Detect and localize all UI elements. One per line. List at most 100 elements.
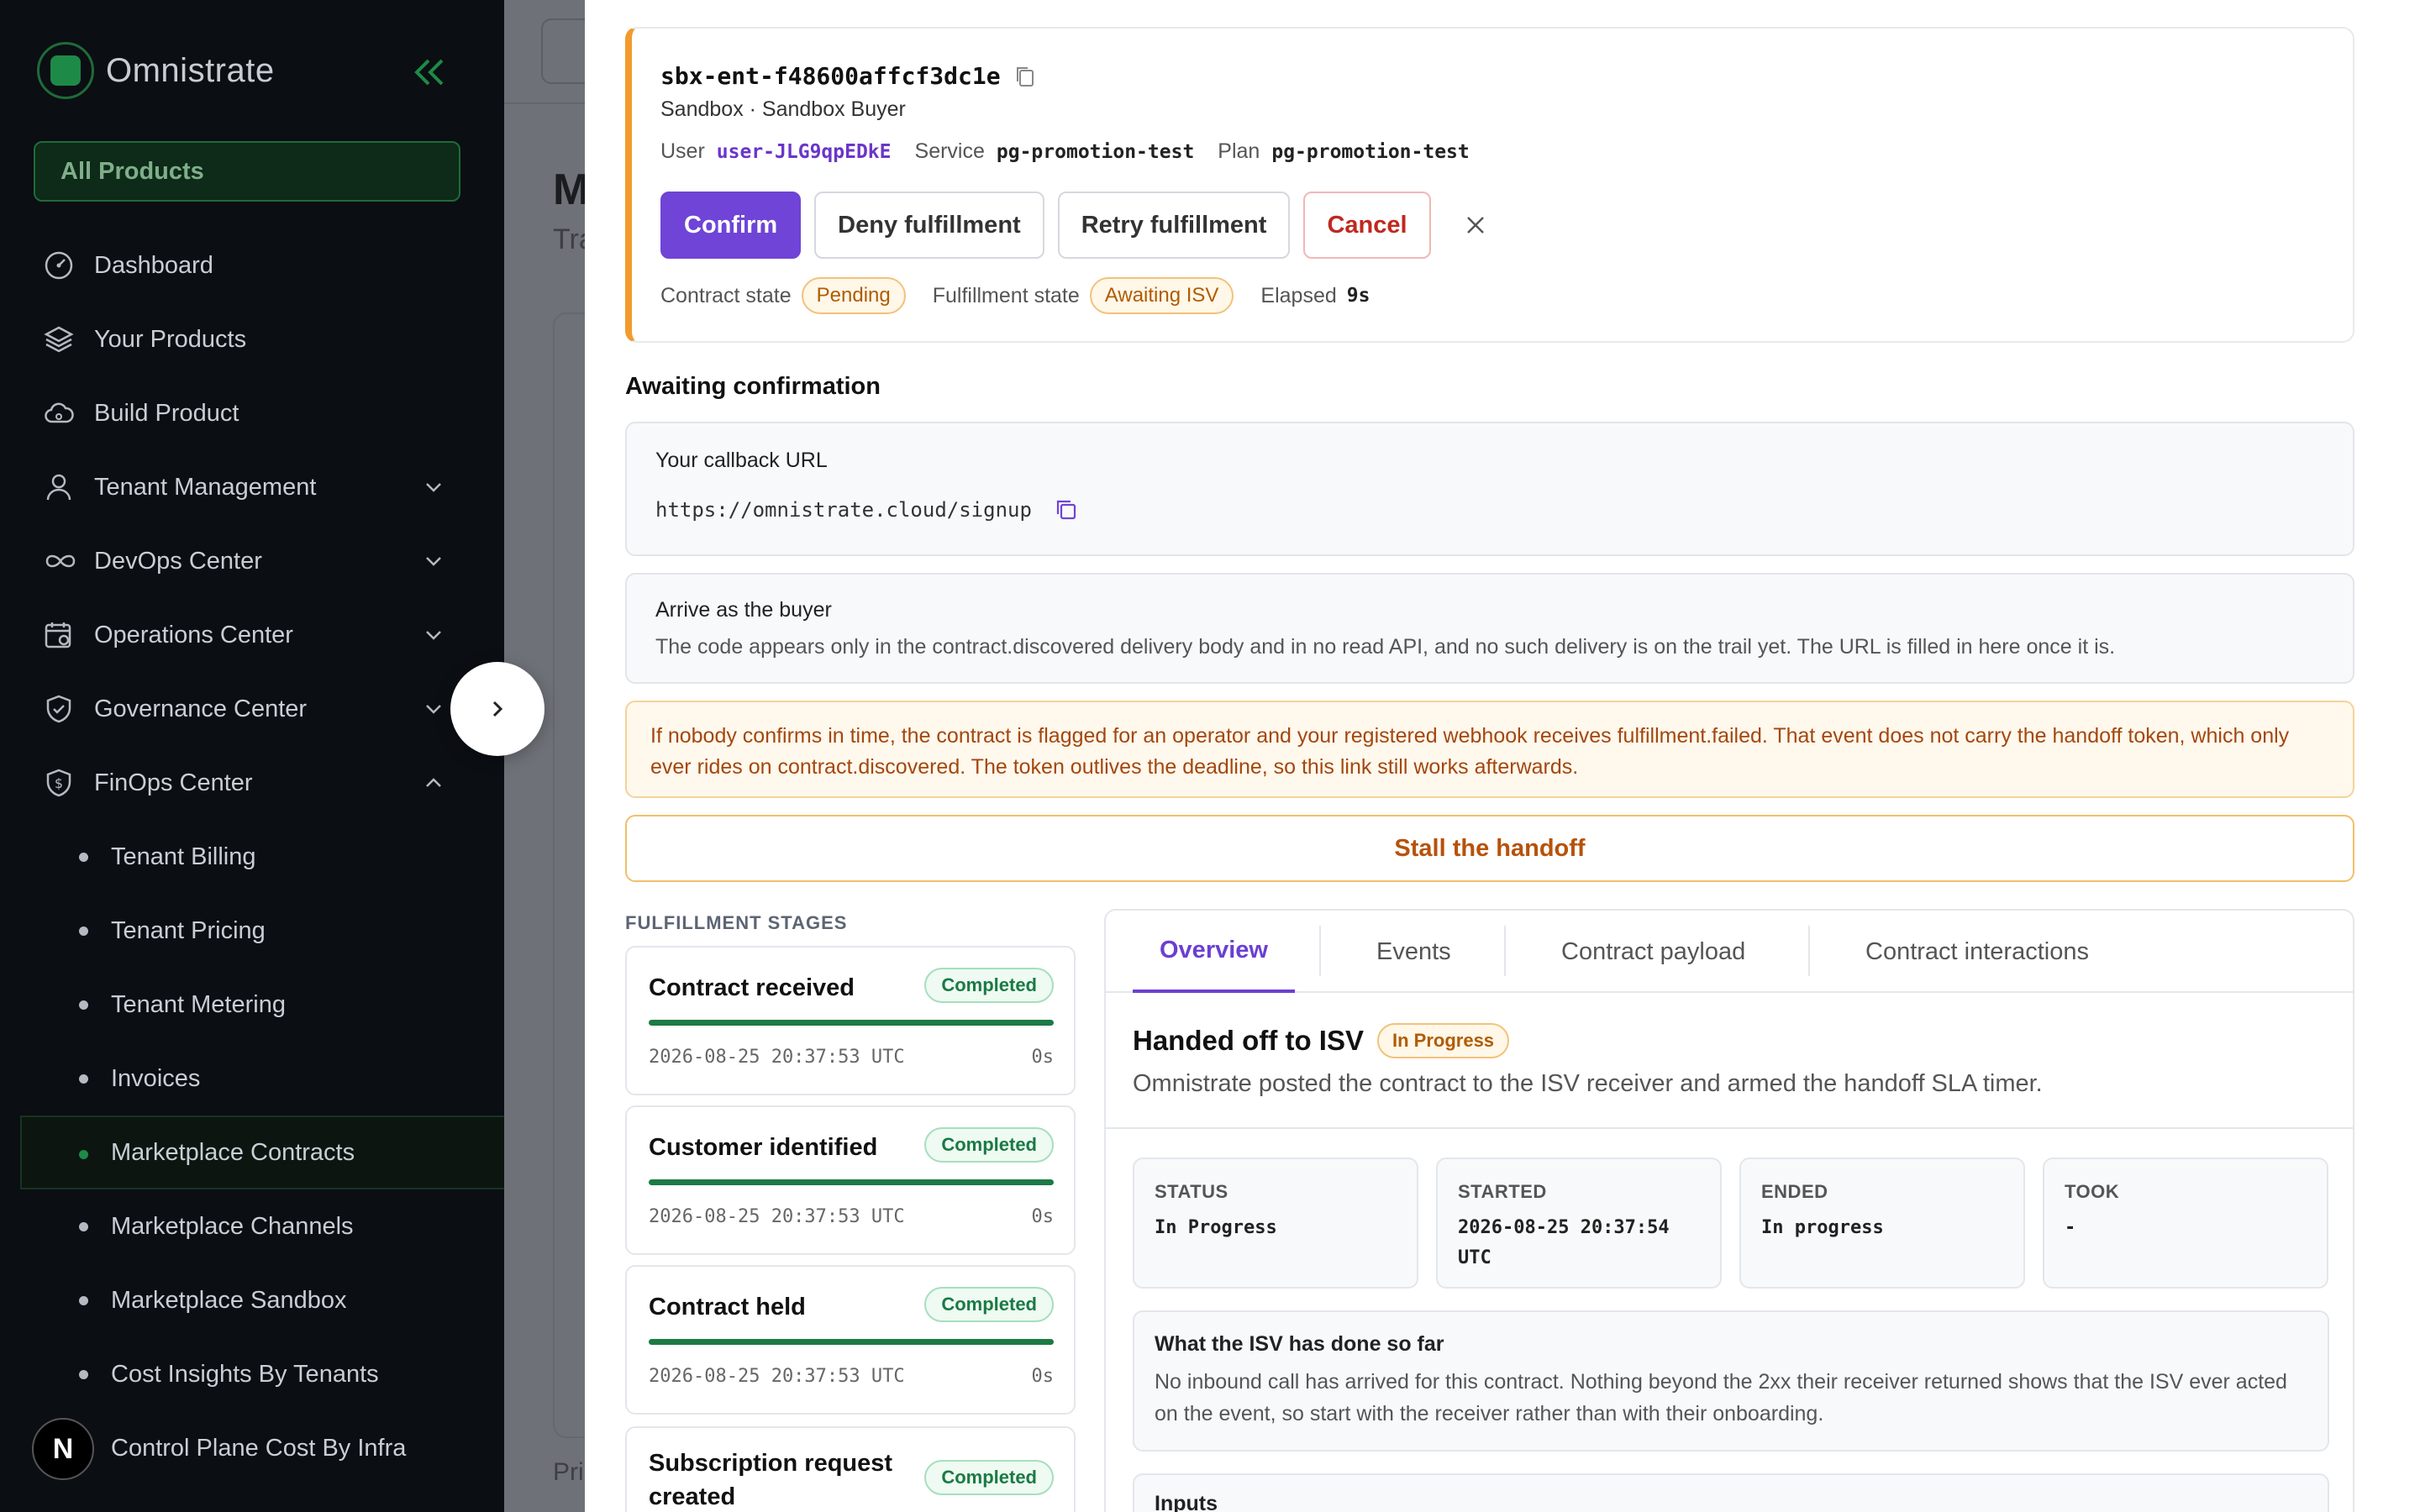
arrive-as-buyer-label: Arrive as the buyer — [655, 598, 832, 622]
bullet-dot — [79, 1000, 88, 1010]
chevron-down-icon[interactable] — [422, 549, 445, 573]
svg-text:$: $ — [55, 775, 63, 791]
sidebar-nav: Dashboard Your Products Build Product Te… — [0, 228, 504, 1485]
sidebar-item-your-products[interactable]: Your Products — [0, 302, 504, 376]
isv-progress-text: No inbound call has arrived for this con… — [1155, 1370, 2287, 1425]
stat-status: STATUS In Progress — [1133, 1158, 1418, 1289]
retry-fulfillment-button[interactable]: Retry fulfillment — [1057, 192, 1291, 259]
deny-fulfillment-button[interactable]: Deny fulfillment — [814, 192, 1044, 259]
stat-value: In progress — [1761, 1217, 1884, 1238]
expand-drawer-button[interactable] — [450, 662, 544, 756]
tab-events[interactable]: Events — [1376, 911, 1451, 993]
sidebar-item-label: Tenant Metering — [111, 990, 286, 1018]
chevron-up-icon[interactable] — [422, 771, 445, 795]
stat-ended: ENDED In progress — [1739, 1158, 2025, 1289]
user-link[interactable]: user-JLG9qpEDkE — [717, 141, 892, 163]
stage-name: Subscription request created — [649, 1450, 893, 1510]
bullet-dot — [79, 1074, 88, 1084]
stat-started: STARTED 2026-08-25 20:37:54 UTC — [1436, 1158, 1722, 1289]
stall-handoff-button[interactable]: Stall the handoff — [625, 815, 2354, 882]
user-icon — [46, 474, 71, 501]
contract-drawer: sbx-ent-f48600affcf3dc1e Sandbox · Sandb… — [585, 0, 2420, 1512]
sidebar-item-cost-insights-by-tenants[interactable]: Cost Insights By Tenants — [0, 1337, 504, 1411]
sidebar-item-tenant-management[interactable]: Tenant Management — [0, 450, 504, 524]
stage-card[interactable]: Customer identified Completed 2026-08-25… — [625, 1105, 1076, 1255]
stage-card[interactable]: Subscription request created Completed — [625, 1426, 1076, 1512]
plan-label: Plan — [1218, 139, 1260, 163]
inputs-label: Inputs — [1155, 1492, 1218, 1512]
stat-took: TOOK - — [2043, 1158, 2328, 1289]
stage-timestamp: 2026-08-25 20:37:53 UTC — [649, 1206, 905, 1227]
contract-id: sbx-ent-f48600affcf3dc1e — [660, 62, 1036, 90]
all-products-button[interactable]: All Products — [34, 141, 460, 202]
bullet-dot — [79, 927, 88, 936]
close-icon[interactable] — [1455, 204, 1497, 246]
stage-detail-panel: Overview Events Contract payload Contrac… — [1104, 909, 2354, 1512]
copy-icon[interactable] — [1014, 65, 1036, 88]
service-label: Service — [914, 139, 985, 163]
callback-url-text[interactable]: https://omnistrate.cloud/signup — [655, 498, 1032, 522]
stage-card[interactable]: Contract received Completed 2026-08-25 2… — [625, 946, 1076, 1095]
sidebar-item-marketplace-sandbox[interactable]: Marketplace Sandbox — [0, 1263, 504, 1337]
stage-name: Customer identified — [649, 1134, 878, 1161]
environment-line: Sandbox · Sandbox Buyer — [660, 97, 906, 121]
stage-name: Contract held — [649, 1294, 806, 1320]
sidebar-item-finops-center[interactable]: $ FinOps Center — [0, 746, 504, 820]
detail-tabs: Overview Events Contract payload Contrac… — [1106, 911, 2353, 993]
sidebar-item-tenant-pricing[interactable]: Tenant Pricing — [0, 894, 504, 968]
sidebar-item-label: Marketplace Contracts — [111, 1138, 355, 1166]
sidebar-item-marketplace-channels[interactable]: Marketplace Channels — [0, 1189, 504, 1263]
background-page-title: M — [553, 165, 590, 214]
sidebar-item-invoices[interactable]: Invoices — [0, 1042, 504, 1116]
sidebar-item-label: Marketplace Sandbox — [111, 1286, 347, 1314]
sidebar-item-tenant-billing[interactable]: Tenant Billing — [0, 820, 504, 894]
stage-card[interactable]: Contract held Completed 2026-08-25 20:37… — [625, 1265, 1076, 1415]
stage-progress-bar — [649, 1339, 1054, 1345]
sidebar-item-label: Tenant Management — [94, 473, 317, 501]
stage-progress-bar — [649, 1179, 1054, 1185]
chevron-down-icon[interactable] — [422, 475, 445, 499]
cloud-icon — [45, 402, 74, 423]
collapse-sidebar-icon[interactable] — [412, 57, 449, 93]
stat-label: TOOK — [2065, 1181, 2120, 1202]
chevron-down-icon[interactable] — [422, 697, 445, 721]
brand[interactable]: Omnistrate — [37, 42, 275, 99]
sidebar-item-label: Governance Center — [94, 695, 308, 722]
sidebar-item-label: Invoices — [111, 1064, 201, 1092]
tab-contract-payload[interactable]: Contract payload — [1561, 911, 1745, 993]
callback-url: https://omnistrate.cloud/signup — [655, 497, 1079, 522]
sidebar-item-dashboard[interactable]: Dashboard — [0, 228, 504, 302]
stage-progress-bar — [649, 1020, 1054, 1026]
elapsed-label: Elapsed — [1260, 283, 1337, 307]
callback-url-label: Your callback URL — [655, 449, 828, 472]
cancel-button[interactable]: Cancel — [1303, 192, 1431, 259]
fulfillment-stages-title: FULFILLMENT STAGES — [625, 912, 848, 933]
bullet-dot — [79, 1296, 88, 1305]
stat-value: - — [2065, 1217, 2076, 1238]
awaiting-confirmation-title: Awaiting confirmation — [625, 373, 881, 400]
contract-state-label: Contract state — [660, 283, 792, 307]
avatar[interactable]: N — [32, 1418, 94, 1480]
service-value: pg-promotion-test — [996, 141, 1195, 163]
sidebar-item-label: FinOps Center — [94, 769, 253, 796]
sidebar-item-tenant-metering[interactable]: Tenant Metering — [0, 968, 504, 1042]
sidebar-item-governance-center[interactable]: Governance Center — [0, 672, 504, 746]
copy-icon[interactable] — [1054, 497, 1079, 522]
bullet-dot — [79, 1222, 88, 1231]
tab-contract-interactions[interactable]: Contract interactions — [1865, 911, 2089, 993]
sidebar-item-operations-center[interactable]: Operations Center — [0, 598, 504, 672]
inputs-section: Inputs — [1133, 1473, 2329, 1512]
sidebar-item-build-product[interactable]: Build Product — [0, 376, 504, 450]
tab-overview[interactable]: Overview — [1133, 911, 1295, 993]
bullet-dot — [79, 1150, 88, 1159]
brand-name: Omnistrate — [106, 51, 275, 89]
state-line: Contract state Pending Fulfillment state… — [660, 277, 1370, 314]
confirm-button[interactable]: Confirm — [660, 192, 802, 259]
detail-title: Handed off to ISV — [1133, 1025, 1364, 1056]
contract-id-text: sbx-ent-f48600affcf3dc1e — [660, 62, 1001, 90]
stage-timestamp: 2026-08-25 20:37:53 UTC — [649, 1366, 905, 1387]
chevron-down-icon[interactable] — [422, 623, 445, 647]
sidebar-item-marketplace-contracts[interactable]: Marketplace Contracts — [20, 1116, 504, 1189]
sidebar-item-label: Tenant Pricing — [111, 916, 266, 944]
sidebar-item-devops-center[interactable]: DevOps Center — [0, 524, 504, 598]
